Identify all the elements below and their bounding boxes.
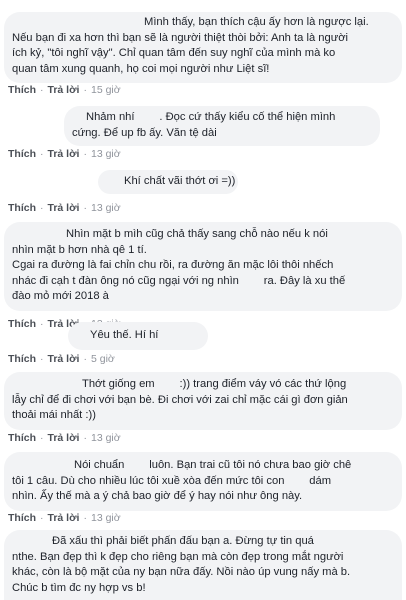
comment-text: Nếu bạn đi xa hơn thì bạn sẽ là người th…: [12, 31, 349, 44]
comment-text: Khí chất vãi thớt ơi =)): [124, 175, 236, 187]
comment-text: quan tâm xung quanh, họ coi mọi người nh…: [12, 62, 270, 75]
separator: ·: [83, 202, 87, 214]
comment-text: cứng. Để up fb ấy. Văn tệ dài: [72, 126, 217, 139]
separator: ·: [83, 512, 87, 524]
comment-bubble: Mình thấy, bạn thích cậu ấy hơn là ngược…: [4, 12, 402, 83]
comment-actions: Thích · Trả lời · 13 giờ: [8, 432, 121, 444]
like-link[interactable]: Thích: [8, 512, 36, 524]
separator: ·: [40, 512, 44, 524]
comment-bubble: Nói chuẩn luôn. Bạn trai cũ tôi nó chưa …: [4, 452, 402, 511]
like-link[interactable]: Thích: [8, 84, 36, 96]
comment-text: thoải mái nhất :)): [12, 409, 96, 421]
comment-bubble: Thớt giống em :)) trang điểm váy vó các …: [4, 372, 402, 430]
separator: ·: [83, 432, 87, 444]
reply-link[interactable]: Trả lời: [48, 148, 80, 160]
comment-text: Nhảm nhí . Đọc cứ thấy kiểu cố thể hiện …: [86, 111, 336, 123]
comment-text: tôi 1 câu. Dù cho nhiều lúc tôi xuề xòa …: [12, 474, 332, 487]
comment-text: Đã xấu thì phải biết phấn đấu bạn a. Đừn…: [52, 535, 314, 547]
like-link[interactable]: Thích: [8, 202, 36, 214]
separator: ·: [83, 84, 87, 96]
reply-link[interactable]: Trả lời: [48, 353, 80, 365]
comment-text: Mình thấy, bạn thích cậu ấy hơn là ngược…: [144, 16, 369, 28]
comment-bubble: Yêu thế. Hí hí: [68, 322, 208, 350]
separator: ·: [83, 353, 87, 365]
separator: ·: [40, 353, 44, 365]
separator: ·: [40, 148, 44, 160]
comment-text: Nói chuẩn luôn. Bạn trai cũ tôi nó chưa …: [74, 459, 352, 471]
separator: ·: [40, 318, 44, 330]
comment-timestamp[interactable]: 13 giờ: [91, 512, 121, 524]
comment-actions: Thích · Trả lời · 13 giờ: [8, 512, 121, 524]
comment-text: Yêu thế. Hí hí: [90, 329, 159, 341]
reply-link[interactable]: Trả lời: [48, 432, 80, 444]
comment-text: Cgai ra đường là fai chỉn chu rồi, ra đư…: [12, 259, 334, 271]
comment-timestamp[interactable]: 13 giờ: [91, 148, 121, 160]
comment-text: nhìn mặt b hơn nhà qê 1 tí.: [12, 243, 147, 256]
comment-text: nhìn. Ấy thế mà a ý chả bao giờ để ý hay…: [12, 490, 303, 502]
comment-timestamp[interactable]: 15 giờ: [91, 84, 121, 96]
comment-text: Thớt giống em :)) trang điểm váy vó các …: [82, 378, 347, 390]
comment-text: nhác đi cạh t đàn ông nó cũg ngại với ng…: [12, 274, 346, 287]
separator: ·: [40, 432, 44, 444]
comment-actions: Thích · Trả lời · 15 giờ: [8, 84, 121, 96]
comment-text: đào mỏ mới 2018 à: [12, 290, 109, 302]
comment-text: lẫy chỉ để đi chơi với bạn bè. Đi chơi v…: [12, 393, 348, 406]
separator: ·: [40, 84, 44, 96]
comment-text: Nhìn mặt b mìh cũg chả thấy sang chỗ nào…: [66, 228, 328, 240]
comment-actions: Thích · Trả lời · 13 giờ: [8, 148, 121, 160]
comment-bubble: Nhìn mặt b mìh cũg chả thấy sang chỗ nào…: [4, 222, 402, 311]
comment-actions: Thích · Trả lời · 13 giờ: [8, 202, 121, 214]
comment-bubble: Đã xấu thì phải biết phấn đấu bạn a. Đừn…: [4, 530, 402, 600]
comment-text: ích kỷ, "tôi nghĩ vậy". Chỉ quan tâm đến…: [12, 47, 336, 59]
like-link[interactable]: Thích: [8, 432, 36, 444]
reply-link[interactable]: Trả lời: [48, 84, 80, 96]
comment-timestamp[interactable]: 5 giờ: [91, 353, 115, 365]
separator: ·: [83, 148, 87, 160]
comment-text: Chúc b tìm đc ny hợp vs b!: [12, 581, 146, 594]
separator: ·: [40, 202, 44, 214]
comment-timestamp[interactable]: 13 giờ: [91, 432, 121, 444]
comment-bubble: Nhảm nhí . Đọc cứ thấy kiểu cố thể hiện …: [64, 106, 380, 146]
reply-link[interactable]: Trả lời: [48, 202, 80, 214]
comment-bubble: Khí chất vãi thớt ơi =)): [98, 170, 238, 194]
comment-text: khác, còn là bộ mặt của ny bạn nữa đấy. …: [12, 566, 351, 578]
like-link[interactable]: Thích: [8, 148, 36, 160]
comment-timestamp[interactable]: 13 giờ: [91, 202, 121, 214]
reply-link[interactable]: Trả lời: [48, 512, 80, 524]
like-link[interactable]: Thích: [8, 353, 36, 365]
comment-text: nthe. Bạn đẹp thì k đẹp cho riêng bạn mà…: [12, 550, 344, 563]
like-link[interactable]: Thích: [8, 318, 36, 330]
comment-actions: Thích · Trả lời · 5 giờ: [8, 353, 115, 365]
